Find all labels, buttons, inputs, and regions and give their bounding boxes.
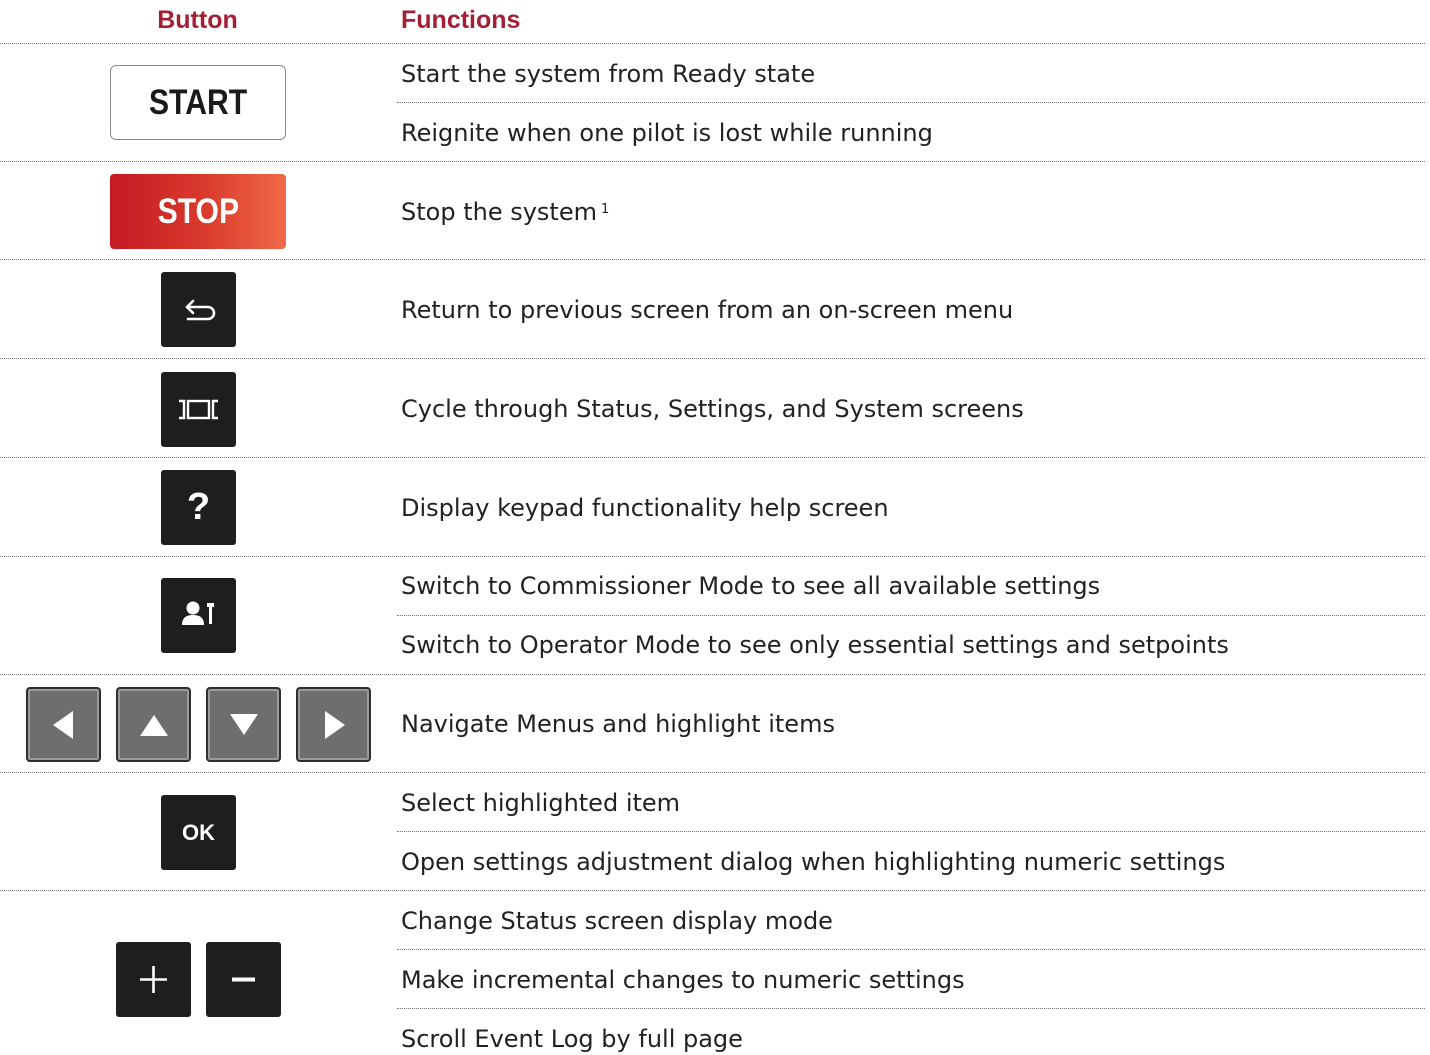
plus-icon (140, 966, 167, 993)
function-text: Switch to Operator Mode to see only esse… (401, 631, 1229, 659)
function-text: Navigate Menus and highlight items (401, 710, 835, 738)
functions-column-header: Functions (401, 6, 521, 34)
function-text: Start the system from Ready state (401, 60, 816, 88)
stop-button[interactable]: STOP (110, 174, 286, 249)
function-text: Return to previous screen from an on-scr… (401, 296, 1014, 324)
row-divider (0, 772, 1425, 773)
function-text: Open settings adjustment dialog when hig… (401, 848, 1226, 876)
plus-button[interactable] (116, 942, 191, 1017)
button-column-header: Button (157, 6, 238, 34)
screen-cycle-button[interactable] (161, 372, 236, 447)
sub-row-divider (397, 1008, 1425, 1009)
function-text: Switch to Commissioner Mode to see all a… (401, 572, 1101, 600)
function-text: Display keypad functionality help screen (401, 494, 889, 522)
down-arrow-button[interactable] (206, 687, 281, 762)
ok-button-label: OK (182, 819, 215, 845)
row-divider (0, 890, 1425, 891)
sub-row-divider (397, 102, 1425, 103)
start-button-label: START (148, 82, 248, 122)
sub-row-divider (397, 831, 1425, 832)
function-text: Reignite when one pilot is lost while ru… (401, 119, 933, 147)
up-triangle-icon (139, 714, 168, 736)
right-arrow-button[interactable] (296, 687, 371, 762)
function-text: Stop the system 1 (401, 197, 609, 227)
minus-button[interactable] (206, 942, 281, 1017)
right-triangle-icon (324, 710, 345, 739)
function-text: Make incremental changes to numeric sett… (401, 966, 965, 994)
mode-switch-button[interactable] (161, 578, 236, 653)
row-divider (0, 358, 1425, 359)
minus-icon (232, 977, 255, 982)
left-arrow-button[interactable] (26, 687, 101, 762)
function-text: Change Status screen display mode (401, 907, 833, 935)
help-button[interactable]: ? (161, 470, 236, 545)
down-triangle-icon (229, 713, 258, 735)
row-divider (0, 43, 1425, 44)
row-divider (0, 457, 1425, 458)
function-text: Select highlighted item (401, 789, 681, 817)
function-text-main: Stop the system (401, 198, 597, 226)
sub-row-divider (397, 615, 1425, 616)
function-text: Cycle through Status, Settings, and Syst… (401, 395, 1024, 423)
screen-cycle-icon (179, 399, 218, 420)
row-divider (0, 674, 1425, 675)
stop-button-label: STOP (157, 191, 239, 231)
help-icon: ? (186, 486, 211, 528)
up-arrow-button[interactable] (116, 687, 191, 762)
row-divider (0, 161, 1425, 162)
function-text: Scroll Event Log by full page (401, 1025, 743, 1053)
footnote-marker: 1 (600, 202, 610, 217)
row-divider (0, 259, 1425, 260)
person-wrench-icon (182, 601, 214, 625)
left-triangle-icon (52, 710, 73, 739)
start-button[interactable]: START (110, 65, 286, 140)
sub-row-divider (397, 949, 1425, 950)
back-button[interactable] (161, 272, 236, 347)
ok-button[interactable]: OK (161, 795, 236, 870)
return-arrow-icon (185, 299, 216, 321)
row-divider (0, 556, 1425, 557)
